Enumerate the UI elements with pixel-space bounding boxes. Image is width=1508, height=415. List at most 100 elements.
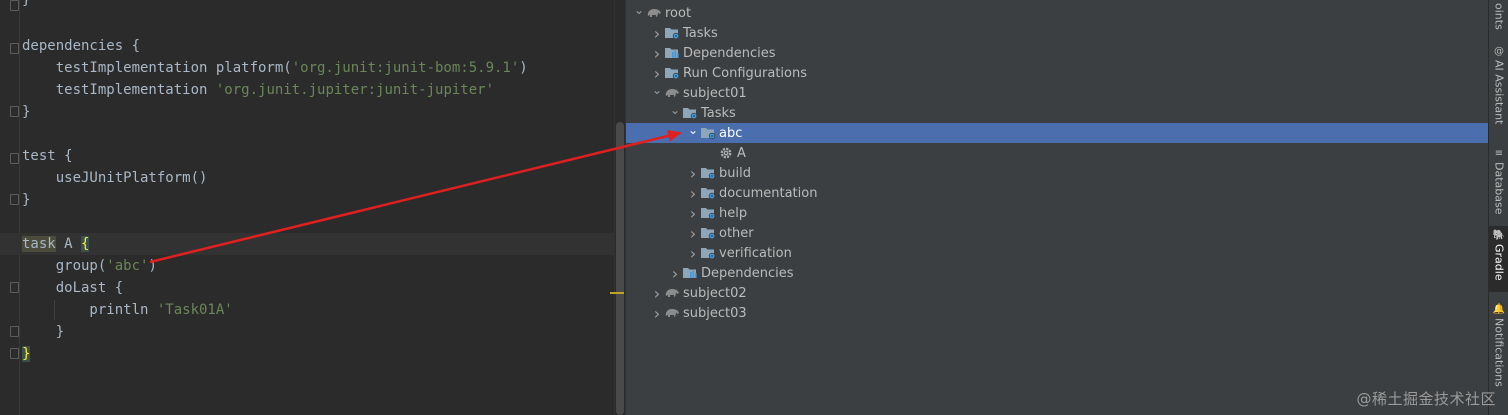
tree-node-a[interactable]: A xyxy=(626,143,1489,163)
fold-marker[interactable] xyxy=(10,194,19,205)
chevron-right-icon[interactable]: › xyxy=(650,23,664,43)
tree-node-run-configurations[interactable]: › Run Configurations xyxy=(626,63,1489,83)
tree-node-label: subject01 xyxy=(683,85,747,101)
tool-window-icon: ≡ xyxy=(1494,148,1504,159)
task-folder-icon xyxy=(700,125,716,141)
code-line[interactable]: task A { xyxy=(0,233,636,255)
tool-window-database[interactable]: ≡ Database xyxy=(1489,144,1508,220)
code-line[interactable]: testImplementation platform('org.junit:j… xyxy=(22,57,636,79)
tool-window-icon: 🐘 xyxy=(1492,230,1506,241)
task-folder-icon xyxy=(664,25,680,41)
tree-node-tasks[interactable]: ⌄ Tasks xyxy=(626,103,1489,123)
dependencies-icon xyxy=(664,45,680,61)
code-line[interactable]: group('abc') xyxy=(22,255,636,277)
no-expander xyxy=(704,143,718,163)
chevron-down-icon[interactable]: ⌄ xyxy=(632,0,646,20)
editor-scroll-thumb[interactable] xyxy=(616,122,624,415)
code-line[interactable]: } xyxy=(22,101,636,123)
tree-node-subject03[interactable]: › subject03 xyxy=(626,303,1489,323)
fold-marker[interactable] xyxy=(10,153,19,164)
chevron-down-icon[interactable]: ⌄ xyxy=(686,120,700,140)
tool-window-oints[interactable]: oints xyxy=(1489,0,1508,34)
code-token: 'org.junit.jupiter:junit-jupiter' xyxy=(215,82,495,98)
tool-window-gradle[interactable]: 🐘 Gradle xyxy=(1489,226,1508,292)
code-editor[interactable]: } dependencies { testImplementation plat… xyxy=(0,0,636,415)
tool-window-ai-assistant[interactable]: @ AI Assistant xyxy=(1489,42,1508,132)
code-line[interactable]: println 'Task01A' xyxy=(22,299,636,321)
right-tool-strip: oints @ AI Assistant ≡ Database 🐘 Gradle 🔔 Notif… xyxy=(1488,0,1508,415)
chevron-right-icon[interactable]: › xyxy=(686,203,700,223)
tree-node-dependencies[interactable]: › Dependencies xyxy=(626,263,1489,283)
chevron-right-icon[interactable]: › xyxy=(686,163,700,183)
gradle-tree[interactable]: ⌄ root › Tasks › Dependencies › Run Configurati… xyxy=(625,0,1489,415)
code-line[interactable]: } xyxy=(22,189,636,211)
chevron-right-icon[interactable]: › xyxy=(650,43,664,63)
code-line[interactable]: dependencies { xyxy=(22,35,636,57)
tree-node-label: verification xyxy=(719,245,792,261)
chevron-down-icon[interactable]: ⌄ xyxy=(668,100,682,120)
code-line[interactable]: test { xyxy=(22,145,636,167)
chevron-right-icon[interactable]: › xyxy=(650,303,664,323)
tool-window-label: Gradle xyxy=(1492,244,1506,281)
code-token: group( xyxy=(22,258,107,274)
task-folder-icon xyxy=(700,245,716,261)
fold-marker[interactable] xyxy=(10,326,19,337)
fold-marker[interactable] xyxy=(10,43,19,54)
code-token: testImplementation xyxy=(22,82,216,98)
code-line[interactable]: testImplementation 'org.junit.jupiter:ju… xyxy=(22,79,636,101)
code-line[interactable]: useJUnitPlatform() xyxy=(22,167,636,189)
task-folder-icon xyxy=(682,105,698,121)
code-token: ) xyxy=(148,258,157,274)
tree-node-label: abc xyxy=(719,125,743,141)
tree-node-dependencies[interactable]: › Dependencies xyxy=(626,43,1489,63)
chevron-right-icon[interactable]: › xyxy=(686,243,700,263)
tree-node-help[interactable]: › help xyxy=(626,203,1489,223)
code-line[interactable] xyxy=(22,123,636,145)
tree-node-root[interactable]: ⌄ root xyxy=(626,3,1489,23)
tree-node-other[interactable]: › other xyxy=(626,223,1489,243)
tool-window-label: AI Assistant xyxy=(1492,60,1506,125)
warning-marker[interactable] xyxy=(610,292,624,294)
tree-node-label: root xyxy=(665,5,692,21)
fold-marker[interactable] xyxy=(10,348,19,359)
code-line[interactable] xyxy=(22,211,636,233)
task-folder-icon xyxy=(700,165,716,181)
code-line[interactable]: doLast { xyxy=(22,277,636,299)
chevron-down-icon[interactable]: ⌄ xyxy=(650,80,664,100)
fold-marker[interactable] xyxy=(10,282,19,293)
code-area[interactable]: dependencies { testImplementation platfo… xyxy=(0,35,636,365)
tool-window-label: Database xyxy=(1492,162,1506,215)
tree-node-label: Tasks xyxy=(683,25,718,41)
tree-node-abc[interactable]: ⌄ abc xyxy=(626,123,1489,143)
chevron-right-icon[interactable]: › xyxy=(668,263,682,283)
fold-marker[interactable] xyxy=(10,106,19,117)
code-token: doLast { xyxy=(22,280,124,296)
tree-node-label: subject02 xyxy=(683,285,747,301)
tree-node-label: Run Configurations xyxy=(683,65,807,81)
elephant-icon xyxy=(664,305,680,321)
chevron-right-icon[interactable]: › xyxy=(650,283,664,303)
code-token: { xyxy=(81,236,90,252)
chevron-right-icon[interactable]: › xyxy=(686,223,700,243)
tree-node-label: build xyxy=(719,165,751,181)
tree-node-label: Dependencies xyxy=(701,265,794,281)
tree-node-build[interactable]: › build xyxy=(626,163,1489,183)
code-token: task xyxy=(22,236,56,252)
code-token: 'org.junit:junit-bom:5.9.1' xyxy=(291,60,520,76)
code-line[interactable]: } xyxy=(22,321,636,343)
tree-node-subject01[interactable]: ⌄ subject01 xyxy=(626,83,1489,103)
tool-window-icon: @ xyxy=(1494,46,1504,57)
tree-node-subject02[interactable]: › subject02 xyxy=(626,283,1489,303)
code-token: } xyxy=(22,346,31,362)
tree-node-tasks[interactable]: › Tasks xyxy=(626,23,1489,43)
dependencies-icon xyxy=(682,265,698,281)
fold-marker[interactable] xyxy=(10,0,19,11)
chevron-right-icon[interactable]: › xyxy=(686,183,700,203)
tree-node-label: Tasks xyxy=(701,105,736,121)
tree-node-verification[interactable]: › verification xyxy=(626,243,1489,263)
tree-node-documentation[interactable]: › documentation xyxy=(626,183,1489,203)
code-token: A xyxy=(55,236,82,252)
tree-node-label: A xyxy=(737,145,746,161)
code-line[interactable]: } xyxy=(22,343,636,365)
tool-window-label: oints xyxy=(1492,3,1506,30)
